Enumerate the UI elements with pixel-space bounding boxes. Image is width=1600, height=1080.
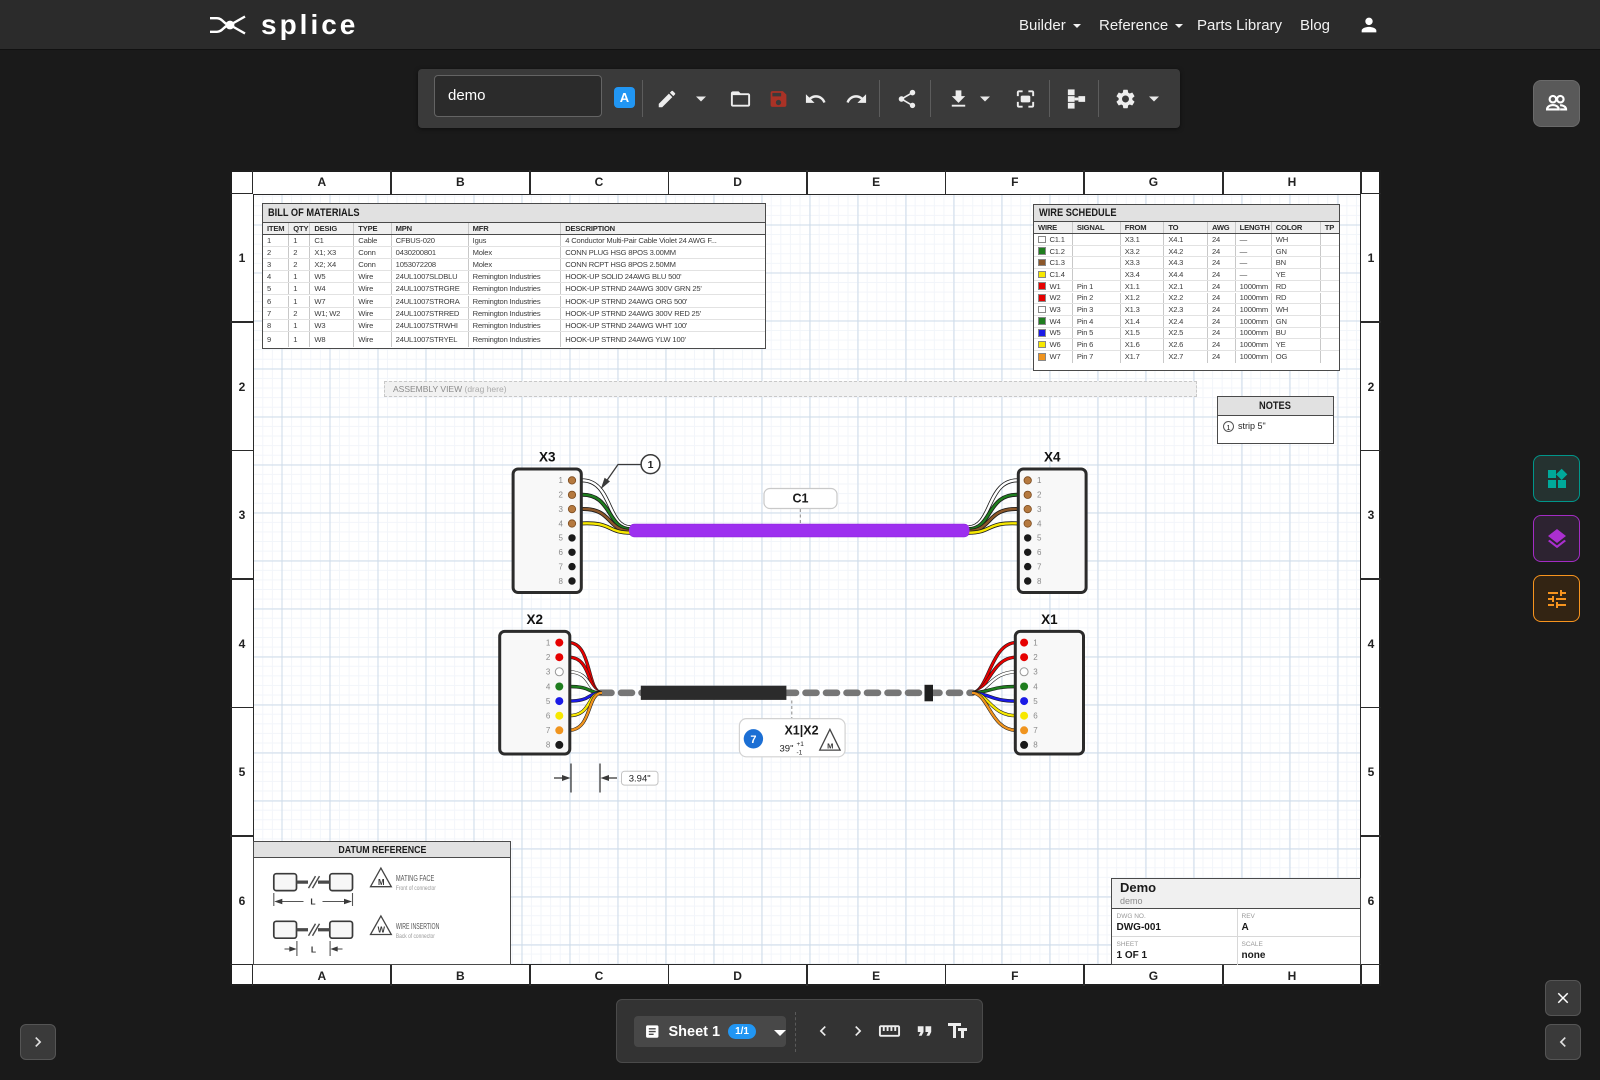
svg-text:4: 4: [545, 682, 550, 691]
svg-text:3: 3: [1037, 504, 1042, 513]
svg-text:5: 5: [1033, 696, 1038, 705]
svg-text:2: 2: [1033, 653, 1038, 662]
svg-text:3.94": 3.94": [628, 773, 650, 784]
svg-text:W: W: [377, 925, 385, 934]
svg-text:8: 8: [545, 740, 550, 749]
svg-text:7: 7: [1033, 726, 1038, 735]
svg-text:5: 5: [1037, 533, 1042, 542]
svg-text:WIRE INSERTION: WIRE INSERTION: [395, 921, 439, 930]
svg-text:Back of connector: Back of connector: [395, 932, 435, 939]
svg-text:7: 7: [750, 733, 756, 745]
svg-text:3: 3: [545, 667, 550, 676]
svg-text:M: M: [827, 741, 833, 750]
svg-text:1: 1: [1033, 638, 1038, 647]
svg-text:L: L: [310, 896, 315, 906]
svg-text:39": 39": [779, 743, 793, 754]
svg-text:7: 7: [558, 562, 563, 571]
svg-text:+1: +1: [796, 741, 804, 748]
svg-text:6: 6: [1033, 711, 1038, 720]
svg-text:M: M: [378, 877, 385, 886]
svg-text:8: 8: [558, 576, 563, 585]
svg-text:6: 6: [545, 711, 550, 720]
svg-text:C1: C1: [792, 491, 808, 505]
svg-text:1: 1: [647, 459, 653, 471]
svg-text:4: 4: [1037, 519, 1042, 528]
svg-text:Front of connector: Front of connector: [395, 885, 436, 892]
svg-text:4: 4: [1033, 682, 1038, 691]
svg-text:5: 5: [545, 696, 550, 705]
svg-text:1: 1: [1037, 476, 1042, 485]
svg-text:X1|X2: X1|X2: [784, 723, 818, 737]
svg-text:1: 1: [545, 638, 550, 647]
svg-text:2: 2: [545, 653, 550, 662]
svg-text:X3: X3: [538, 449, 555, 464]
svg-text:6: 6: [1037, 548, 1042, 557]
svg-text:X4: X4: [1043, 449, 1060, 464]
svg-text:3: 3: [558, 504, 563, 513]
svg-text:2: 2: [1037, 490, 1042, 499]
svg-text:X1: X1: [1041, 612, 1058, 627]
svg-text:6: 6: [558, 548, 563, 557]
svg-text:X2: X2: [526, 612, 543, 627]
svg-text:MATING FACE: MATING FACE: [395, 874, 434, 883]
svg-text:1: 1: [558, 476, 563, 485]
svg-text:5: 5: [558, 533, 563, 542]
svg-text:2: 2: [558, 490, 563, 499]
svg-text:4: 4: [558, 519, 563, 528]
svg-text:8: 8: [1037, 576, 1042, 585]
svg-text:7: 7: [545, 726, 550, 735]
svg-text:L: L: [310, 944, 315, 954]
svg-text:8: 8: [1033, 740, 1038, 749]
svg-text:-1: -1: [796, 749, 802, 756]
svg-text:7: 7: [1037, 562, 1042, 571]
svg-text:3: 3: [1033, 667, 1038, 676]
